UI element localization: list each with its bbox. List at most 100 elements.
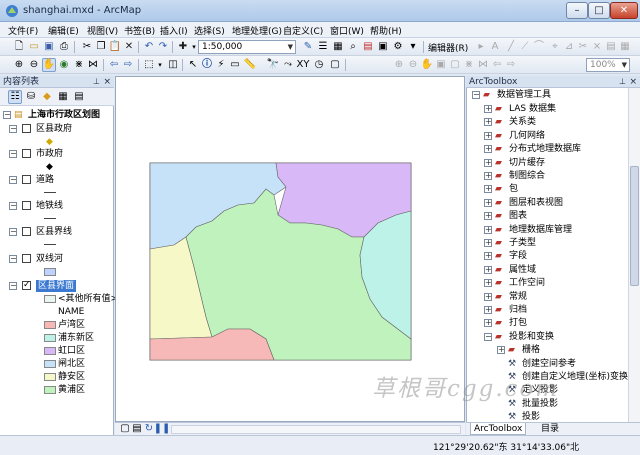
print-icon[interactable]: ⎙ (57, 40, 71, 54)
cut-icon[interactable]: ✂ (80, 40, 94, 54)
edit-vertices-icon[interactable]: ⌖ (548, 40, 562, 54)
toc-options-icon[interactable]: ▤ (72, 90, 86, 104)
catalog-window-icon[interactable]: ▦ (331, 40, 345, 54)
go-forward-icon[interactable]: ⇨ (121, 58, 135, 72)
go-to-xy-icon[interactable]: XY (296, 58, 310, 72)
layout-zoom-whole-icon[interactable]: ▣ (434, 58, 448, 72)
collapse-icon[interactable]: − (9, 282, 17, 290)
layer-visibility-checkbox[interactable] (22, 175, 31, 184)
toolset-row[interactable]: + ▰ 图层和表视图 (467, 197, 627, 210)
layer-row[interactable]: − ✓ 区县界面 (0, 280, 114, 292)
list-by-drawing-order-icon[interactable]: ☷ (8, 90, 22, 104)
expand-icon[interactable]: + (484, 265, 492, 274)
line-symbol[interactable] (44, 218, 56, 219)
toolset-row[interactable]: + ▰ 切片缓存 (467, 157, 627, 170)
legend-swatch[interactable] (44, 347, 56, 355)
save-icon[interactable]: ▣ (42, 40, 56, 54)
map-frame-row[interactable]: − ▤ 上海市行政区划图 (0, 109, 114, 121)
polygon-symbol[interactable] (44, 268, 56, 276)
go-back-icon[interactable]: ⇦ (107, 58, 121, 72)
menu-help[interactable]: 帮助(H) (370, 24, 402, 37)
edit-annotation-icon[interactable]: A (488, 40, 502, 54)
expand-icon[interactable]: + (484, 212, 492, 221)
tab-catalog[interactable]: 目录 (538, 423, 562, 435)
expand-icon[interactable]: + (497, 346, 505, 355)
minimize-button[interactable]: – (566, 2, 588, 19)
toolset-row[interactable]: + ▰ 图表 (467, 210, 627, 223)
layout-zoom-100-icon[interactable]: ▢ (448, 58, 462, 72)
zoom-out-icon[interactable]: ⊖ (27, 58, 41, 72)
collapse-icon[interactable]: − (9, 228, 17, 236)
maximize-button[interactable]: □ (588, 2, 610, 19)
layout-forward-icon[interactable]: ⇨ (504, 58, 518, 72)
expand-icon[interactable]: + (484, 118, 492, 127)
redo-icon[interactable]: ↷ (156, 40, 170, 54)
pin-icon[interactable]: ⊥ (619, 76, 626, 88)
trace-icon[interactable]: ⟋ (518, 40, 532, 54)
toolset-row[interactable]: + ▰ 关系类 (467, 116, 627, 129)
legend-swatch[interactable] (44, 334, 56, 342)
menu-file[interactable]: 文件(F) (8, 24, 38, 37)
layer-visibility-checkbox[interactable] (22, 124, 31, 133)
collapse-icon[interactable]: − (3, 111, 11, 119)
clear-selection-icon[interactable]: ◫ (166, 58, 180, 72)
expand-icon[interactable]: + (484, 185, 492, 194)
help-icon[interactable]: ▾ (406, 40, 420, 54)
layout-zoom-in-icon[interactable]: ⊕ (392, 58, 406, 72)
collapse-icon[interactable]: − (484, 332, 492, 341)
expand-icon[interactable]: + (484, 319, 492, 328)
edit-tool-icon[interactable]: ▸ (474, 40, 488, 54)
collapse-icon[interactable]: − (9, 150, 17, 158)
endpoint-arc-icon[interactable]: ⌒ (532, 40, 546, 54)
line-symbol[interactable] (44, 244, 56, 245)
pause-drawing-icon[interactable]: ❚❚ (154, 423, 171, 435)
expand-icon[interactable]: + (484, 172, 492, 180)
toolset-row[interactable]: + ▰ 归档 (467, 304, 627, 317)
toolset-row[interactable]: + ▰ 工作空间 (467, 277, 627, 290)
layout-pan-icon[interactable]: ✋ (420, 58, 434, 72)
legend-swatch[interactable] (44, 386, 56, 394)
expand-icon[interactable]: + (484, 105, 492, 113)
collapse-icon[interactable]: − (9, 202, 17, 210)
layer-row[interactable]: − 市政府 (0, 148, 114, 160)
layer-visibility-checkbox[interactable] (22, 227, 31, 236)
layer-visibility-checkbox[interactable] (22, 254, 31, 263)
undo-icon[interactable]: ↶ (142, 40, 156, 54)
select-dropdown-icon[interactable]: ▾ (153, 58, 167, 72)
full-extent-icon[interactable]: ◉ (57, 58, 71, 72)
find-route-icon[interactable]: ⤳ (281, 58, 295, 72)
layout-fixed-in-icon[interactable]: ⋇ (462, 58, 476, 72)
legend-swatch[interactable] (44, 295, 56, 303)
split-icon[interactable]: ⨯ (590, 40, 604, 54)
layer-visibility-checkbox[interactable] (22, 149, 31, 158)
menu-view[interactable]: 视图(V) (87, 24, 118, 37)
time-slider-icon[interactable]: ◷ (312, 58, 326, 72)
collapse-icon[interactable]: − (9, 125, 17, 133)
layer-row[interactable]: − 区县界线 (0, 226, 114, 238)
close-panel-icon[interactable]: × (629, 76, 637, 88)
vertical-scrollbar[interactable] (628, 88, 640, 422)
straight-segment-icon[interactable]: ╱ (504, 40, 518, 54)
collapse-icon[interactable]: − (472, 91, 480, 99)
list-by-source-icon[interactable]: ⛁ (24, 90, 38, 104)
html-popup-icon[interactable]: ▭ (228, 58, 242, 72)
expand-icon[interactable]: + (484, 292, 492, 301)
toolset-row[interactable]: + ▰ LAS 数据集 (467, 103, 627, 116)
horizontal-scrollbar[interactable] (171, 425, 461, 434)
attributes-icon[interactable]: ▤ (604, 40, 618, 54)
collapse-icon[interactable]: − (9, 176, 17, 184)
fixed-zoom-out-icon[interactable]: ⋈ (86, 58, 100, 72)
search-window-icon[interactable]: ⌕ (346, 40, 360, 54)
layer-visibility-checkbox[interactable]: ✓ (22, 281, 31, 290)
expand-icon[interactable]: + (484, 279, 492, 288)
toolset-row[interactable]: + ▰ 子类型 (467, 237, 627, 250)
collapse-icon[interactable]: − (9, 255, 17, 263)
list-by-selection-icon[interactable]: ▦ (56, 90, 70, 104)
legend-swatch[interactable] (44, 321, 56, 329)
menu-customize[interactable]: 自定义(C) (283, 24, 323, 37)
toolset-row[interactable]: + ▰ 栅格 (467, 344, 627, 357)
expand-icon[interactable]: + (484, 252, 492, 261)
toolset-row[interactable]: + ▰ 属性域 (467, 264, 627, 277)
python-window-icon[interactable]: ▣ (376, 40, 390, 54)
fixed-zoom-in-icon[interactable]: ⋇ (72, 58, 86, 72)
